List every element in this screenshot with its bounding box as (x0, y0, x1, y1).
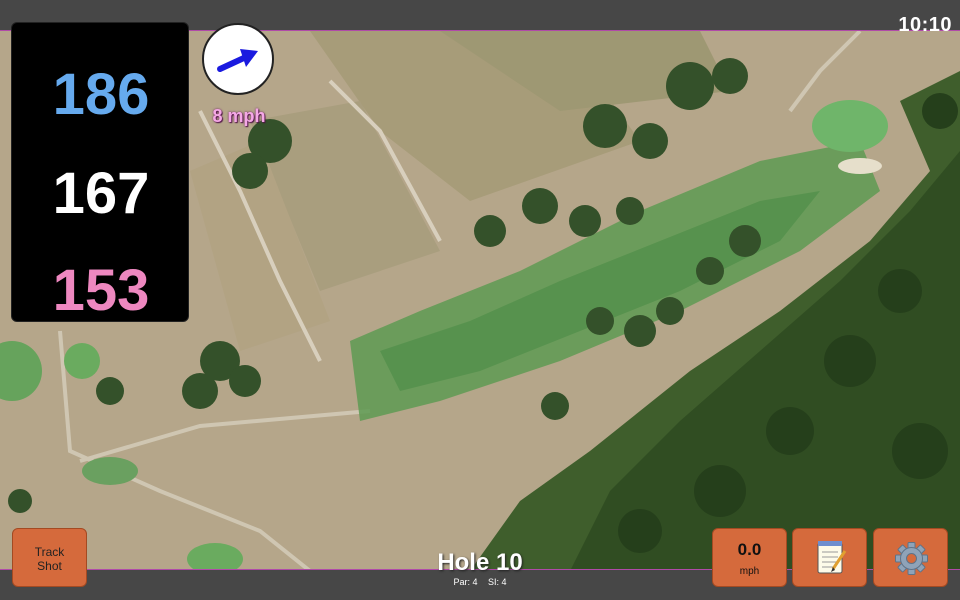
speed-value: 0.0 (737, 540, 762, 559)
hole-stroke-index: SI: 4 (488, 577, 507, 587)
hole-info: Par: 4 SI: 4 (380, 577, 580, 587)
track-shot-label-line2: Shot (37, 559, 62, 573)
notes-button[interactable] (792, 528, 867, 587)
wind-indicator[interactable] (202, 23, 274, 95)
track-shot-button[interactable]: Track Shot (12, 528, 87, 587)
speed-button[interactable]: 0.0 mph (712, 528, 787, 587)
track-shot-label-line1: Track (34, 545, 65, 559)
middle-distance: 167 (52, 161, 150, 226)
settings-button[interactable] (873, 528, 948, 587)
wind-speed-label: 8 mph (212, 106, 266, 126)
hole-title: Hole 10 (437, 549, 523, 576)
speed-unit: mph (739, 566, 760, 577)
back-distance: 186 (52, 62, 150, 127)
yardage-panel: 186 167 153 (11, 22, 189, 322)
wind-arrow-icon (217, 49, 258, 72)
clock: 10:10 (898, 14, 952, 36)
notepad-icon (817, 541, 847, 574)
hole-par: Par: 4 (453, 577, 478, 587)
gear-icon (895, 542, 928, 575)
front-distance: 153 (52, 258, 150, 323)
